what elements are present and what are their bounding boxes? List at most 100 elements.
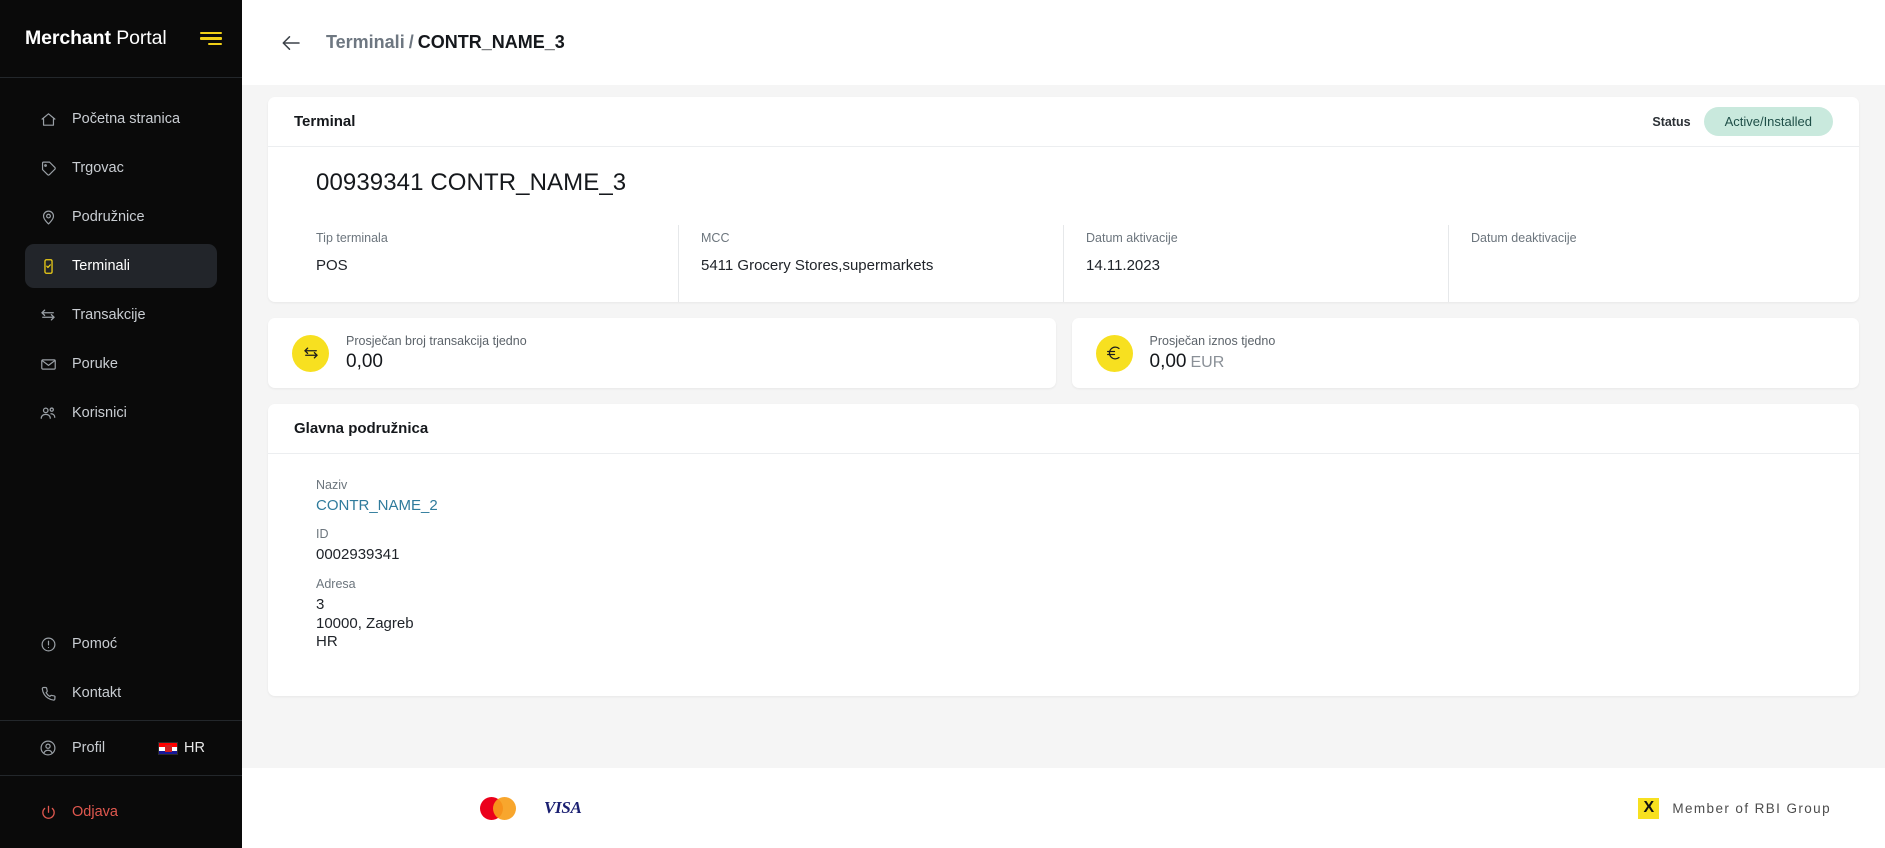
stat-label: Prosječan iznos tjedno — [1149, 333, 1276, 348]
sidebar-item-pocetna-stranica[interactable]: Početna stranica — [25, 97, 217, 141]
language-switcher[interactable]: HR — [158, 740, 205, 756]
croatia-flag-icon — [158, 741, 179, 755]
mastercard-logo-icon — [480, 796, 516, 820]
sidebar: Merchant Portal Početna stranica Trgovac — [0, 0, 242, 848]
sidebar-item-podruznice[interactable]: Podružnice — [25, 195, 217, 239]
terminal-field-datum-aktivacije: Datum aktivacije 14.11.2023 — [1064, 225, 1449, 302]
terminal-card-title: Terminal — [294, 113, 356, 130]
branch-label: ID — [316, 527, 329, 541]
tag-icon — [37, 157, 59, 179]
terminal-card-body: 00939341 CONTR_NAME_3 Tip terminala POS … — [268, 147, 1859, 302]
stat-card-avg-transactions: Prosječan broj transakcija tjedno 0,00 — [268, 318, 1056, 388]
visa-logo-icon: VISA — [544, 798, 582, 817]
branch-card-body: Naziv CONTR_NAME_2 ID 0002939341 Adresa … — [268, 454, 1859, 696]
exchange-arrows-icon — [292, 334, 329, 372]
rbi-x-logo-icon: X — [1638, 797, 1660, 819]
users-icon — [37, 402, 59, 424]
sidebar-item-kontakt[interactable]: Kontakt — [25, 671, 217, 715]
language-code: HR — [184, 740, 205, 756]
field-value: 14.11.2023 — [1086, 257, 1160, 274]
sidebar-item-korisnici[interactable]: Korisnici — [25, 391, 217, 435]
app-title-strong: Merchant — [25, 27, 111, 49]
branch-id-value: 0002939341 — [316, 546, 400, 563]
app-root: Merchant Portal Početna stranica Trgovac — [0, 0, 1885, 848]
terminal-card-header: Terminal Status Active/Installed — [268, 97, 1859, 147]
envelope-icon — [37, 353, 59, 375]
footer-card-logos: VISA — [480, 796, 582, 820]
field-label: Datum deaktivacije — [1471, 231, 1577, 245]
sidebar-item-poruke[interactable]: Poruke — [25, 342, 217, 386]
breadcrumb: Terminali / CONTR_NAME_3 — [326, 32, 565, 53]
stat-texts: Prosječan iznos tjedno 0,00 EUR — [1150, 334, 1276, 373]
field-value — [1471, 257, 1807, 276]
status-badge: Active/Installed — [1703, 107, 1833, 136]
branch-name-link[interactable]: CONTR_NAME_2 — [316, 497, 1833, 514]
app-title-light: Portal — [110, 27, 167, 49]
sidebar-item-pomoc[interactable]: Pomoć — [25, 622, 217, 666]
branch-address-line-3: HR — [316, 632, 338, 650]
stat-label: Prosječan broj transakcija tjedno — [346, 333, 527, 348]
terminal-field-datum-deaktivacije: Datum deaktivacije — [1449, 225, 1833, 302]
terminal-card: Terminal Status Active/Installed 0093934… — [268, 97, 1859, 302]
branch-card-header: Glavna podružnica — [268, 404, 1859, 454]
hamburger-icon[interactable] — [200, 31, 222, 46]
user-circle-icon — [37, 737, 59, 759]
stat-card-avg-amount: Prosječan iznos tjedno 0,00 EUR — [1071, 318, 1859, 388]
stat-value: 0,00 EUR — [1150, 351, 1276, 373]
sidebar-item-label: Odjava — [72, 804, 118, 820]
sidebar-item-label: Poruke — [72, 356, 118, 372]
branch-card: Glavna podružnica Naziv CONTR_NAME_2 ID … — [268, 404, 1859, 697]
branch-address-line-2: 10000, Zagreb — [316, 614, 414, 632]
euro-icon — [1095, 334, 1133, 372]
sidebar-item-label: Trgovac — [72, 160, 124, 176]
branch-card-title: Glavna podružnica — [294, 420, 429, 437]
sidebar-item-terminali[interactable]: Terminali — [25, 244, 217, 288]
field-label: Tip terminala — [316, 231, 388, 245]
power-icon — [37, 801, 59, 823]
main-area: Terminali / CONTR_NAME_3 Terminal Status A… — [242, 0, 1885, 848]
sidebar-bottom-nav: Pomoć Kontakt Profil HR Odjava — [0, 617, 242, 848]
field-value: POS — [316, 257, 348, 274]
sidebar-item-trgovac[interactable]: Trgovac — [25, 146, 217, 190]
footer: VISA X Member of RBI Group — [242, 768, 1885, 848]
info-circle-icon — [37, 633, 59, 655]
stat-number: 0,00 — [1149, 350, 1187, 372]
home-icon — [37, 108, 59, 130]
status-area: Status Active/Installed — [1652, 107, 1833, 136]
terminal-field-mcc: MCC 5411 Grocery Stores,supermarkets — [679, 225, 1064, 302]
phone-icon — [37, 682, 59, 704]
branch-field-id: ID 0002939341 — [316, 527, 1833, 564]
stat-number: 0,00 — [346, 350, 383, 372]
terminal-device-icon — [37, 255, 59, 277]
field-label: Datum aktivacije — [1086, 231, 1178, 245]
sidebar-item-label: Kontakt — [72, 685, 122, 701]
stat-value: 0,00 — [346, 351, 527, 373]
sidebar-item-label: Korisnici — [72, 405, 127, 421]
sidebar-item-label: Transakcije — [72, 307, 146, 323]
footer-rbi-group: X Member of RBI Group — [1638, 797, 1831, 819]
breadcrumb-parent[interactable]: Terminali — [326, 32, 405, 52]
sidebar-item-label: Početna stranica — [72, 111, 181, 127]
top-bar: Terminali / CONTR_NAME_3 — [242, 0, 1885, 85]
sidebar-item-odjava[interactable]: Odjava — [0, 776, 242, 848]
sidebar-item-transakcije[interactable]: Transakcije — [25, 293, 217, 337]
terminal-name: 00939341 CONTR_NAME_3 — [316, 169, 627, 196]
sidebar-item-label: Terminali — [72, 258, 131, 274]
branch-label: Adresa — [316, 577, 356, 592]
sidebar-nav: Početna stranica Trgovac Podružnice Term… — [0, 78, 242, 440]
sidebar-item-label: Podružnice — [72, 209, 145, 225]
field-value: 5411 Grocery Stores,supermarkets — [701, 257, 934, 274]
content-area: Terminal Status Active/Installed 0093934… — [242, 85, 1885, 768]
field-label: MCC — [701, 231, 730, 245]
terminal-field-grid: Tip terminala POS MCC 5411 Grocery Store… — [294, 225, 1833, 302]
stats-row: Prosječan broj transakcija tjedno 0,00 P… — [268, 318, 1859, 388]
back-button[interactable] — [276, 28, 306, 58]
sidebar-item-profil[interactable]: Profil HR — [0, 720, 242, 776]
branch-field-adresa: Adresa 3 10000, Zagreb HR — [316, 577, 1833, 651]
brand-header: Merchant Portal — [0, 0, 242, 78]
branch-field-naziv: Naziv CONTR_NAME_2 — [316, 478, 1833, 514]
stat-currency: EUR — [1190, 353, 1225, 371]
location-pin-icon — [37, 206, 59, 228]
breadcrumb-current: CONTR_NAME_3 — [417, 32, 565, 52]
